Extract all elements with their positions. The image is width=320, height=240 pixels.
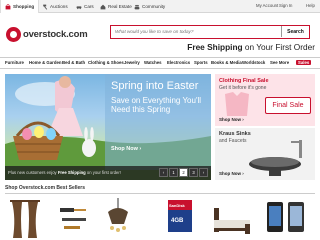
clothing-icon <box>225 92 249 116</box>
sink-icon <box>249 140 302 176</box>
search-button[interactable]: Search <box>281 26 309 37</box>
product-bed-image[interactable] <box>212 198 252 238</box>
hero-title: Spring into Easter <box>111 80 199 92</box>
promo-shop-now-link[interactable]: Shop Now › <box>219 117 244 122</box>
tab-shopping[interactable]: Shopping <box>0 0 40 13</box>
sd-card-brand: SanDisk <box>169 203 185 208</box>
product-phone-2-image[interactable] <box>287 198 305 238</box>
tab-label: Real Estate <box>108 4 132 9</box>
nav-sports[interactable]: Sports <box>194 60 208 65</box>
my-account-link[interactable]: My Account <box>256 3 278 8</box>
tab-cars[interactable]: Cars <box>72 0 98 13</box>
promo-subtitle: and Faucets <box>219 138 247 144</box>
search-box: Search <box>110 25 310 39</box>
overstock-logo[interactable]: overstock.com <box>6 24 88 44</box>
final-sale-tag: Final Sale <box>265 97 311 114</box>
hero-subtitle: Save on Everything You'll Need this Spri… <box>111 96 202 114</box>
free-shipping-bold: Free Shipping <box>187 42 243 52</box>
logo-icon <box>6 26 21 42</box>
sd-card-size: 4GB <box>171 218 184 224</box>
product-phone-image[interactable] <box>266 198 284 238</box>
hero-shop-now-link[interactable]: Shop Now › <box>111 146 141 152</box>
nav-watches[interactable]: Watches <box>144 60 162 65</box>
product-curtains-image[interactable] <box>10 198 40 238</box>
nav-home-garden[interactable]: Home & Garden <box>29 60 61 65</box>
tab-label: Cars <box>84 4 94 9</box>
free-shipping-text: on Your First Order <box>242 42 315 52</box>
tab-label: Community <box>142 4 166 9</box>
clothing-final-sale-promo[interactable]: Clothing Final Sale Get it before it's g… <box>215 74 315 126</box>
best-sellers-heading: Shop Overstock.com Best Sellers <box>5 185 315 194</box>
tag-label: Final Sale <box>272 102 304 109</box>
shopping-bag-icon <box>5 3 11 9</box>
tab-auctions[interactable]: Auctions <box>38 0 72 13</box>
promo-subtitle: Get it before it's gone <box>219 85 267 91</box>
nav-sales[interactable]: Sales <box>296 60 312 65</box>
product-sd-card[interactable]: SanDisk 4GB <box>168 198 192 238</box>
auction-icon <box>43 4 48 10</box>
nav-books-media[interactable]: Books & Media <box>211 60 242 65</box>
help-link[interactable]: Help <box>306 3 315 8</box>
pager-3-button[interactable]: 3 <box>189 168 198 177</box>
nav-jewelry[interactable]: Jewelry <box>124 60 140 65</box>
product-chandelier-image[interactable] <box>104 198 132 238</box>
nav-see-more[interactable]: See More <box>270 60 289 65</box>
pager-prev-button[interactable]: ‹ <box>159 168 168 177</box>
house-icon <box>100 4 106 9</box>
hero-bar-text: Plus new customers enjoy Free Shipping o… <box>8 170 121 175</box>
sign-in-link[interactable]: Sign In <box>279 3 292 8</box>
nav-worldstock[interactable]: Worldstock <box>242 60 265 65</box>
nav-clothing-shoes[interactable]: Clothing & Shoes <box>88 60 124 65</box>
product-tools-image[interactable] <box>56 198 92 238</box>
free-shipping-banner[interactable]: Free Shipping on Your First Order <box>187 42 315 52</box>
pager-2-button[interactable]: 2 <box>179 168 188 177</box>
pager-1-button[interactable]: 1 <box>169 168 178 177</box>
category-nav: Furniture Home & Garden Bed & Bath Cloth… <box>0 57 320 69</box>
promo-title: Kraus Sinks <box>219 131 251 137</box>
bar-bold: Free Shipping <box>57 170 86 175</box>
nav-electronics[interactable]: Electronics <box>167 60 190 65</box>
hero-info-bar: Plus new customers enjoy Free Shipping o… <box>5 166 211 180</box>
search-input[interactable] <box>113 26 279 37</box>
pager-next-button[interactable]: › <box>199 168 208 177</box>
community-icon <box>134 4 140 9</box>
logo-text: overstock.com <box>23 28 88 40</box>
hero-banner[interactable]: Spring into Easter Save on Everything Yo… <box>5 74 211 180</box>
bar-prefix: Plus new customers enjoy <box>8 170 58 175</box>
nav-bed-bath[interactable]: Bed & Bath <box>62 60 85 65</box>
nav-furniture[interactable]: Furniture <box>5 60 24 65</box>
easter-basket-icon <box>13 121 63 160</box>
car-icon <box>76 5 82 9</box>
promo-shop-now-link[interactable]: Shop Now › <box>219 171 244 176</box>
top-bar: Shopping Auctions Cars Real Estate Commu… <box>0 0 320 13</box>
promo-title: Clothing Final Sale <box>219 78 269 84</box>
tab-label: Shopping <box>13 4 35 9</box>
tab-community[interactable]: Community <box>130 0 169 13</box>
tab-label: Auctions <box>50 4 68 9</box>
bar-suffix: on your first order! <box>85 170 121 175</box>
kraus-sinks-promo[interactable]: Kraus Sinks and Faucets Shop Now › <box>215 128 315 180</box>
